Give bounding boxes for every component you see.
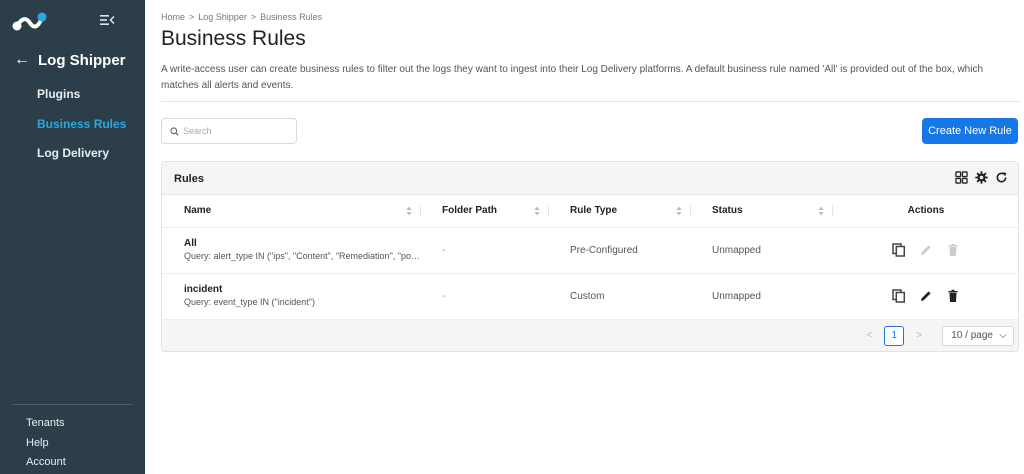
sidebar-item-account[interactable]: Account	[26, 455, 66, 474]
actions-cell	[832, 227, 1018, 274]
rule-type-cell: Custom	[548, 273, 690, 320]
sidebar-item-log-delivery[interactable]: Log Delivery	[37, 145, 126, 175]
back-to-log-shipper[interactable]: ← Log Shipper	[14, 51, 126, 69]
back-arrow-icon: ←	[14, 51, 30, 68]
rule-query: Query: event_type IN ("incident")	[184, 297, 315, 307]
search-icon	[170, 126, 179, 136]
page-number-button[interactable]: 1	[884, 325, 905, 346]
page-description: A write-access user can create business …	[161, 64, 984, 91]
rules-table-card: Rules Name Folder Path Rule Type Status …	[161, 161, 1019, 352]
table-row[interactable]: All Query: alert_type IN ("ips", "Conten…	[162, 227, 1018, 274]
rule-name[interactable]: incident	[184, 283, 420, 296]
status-cell: Unmapped	[690, 227, 832, 274]
logo-icon[interactable]	[12, 10, 48, 32]
sidebar-item-plugins[interactable]: Plugins	[37, 86, 126, 116]
sidebar-footer-nav: Tenants Help Account	[26, 416, 66, 474]
sidebar-divider	[12, 404, 133, 405]
sidebar-item-help[interactable]: Help	[26, 436, 66, 456]
copy-icon[interactable]	[892, 243, 906, 257]
create-new-rule-button[interactable]: Create New Rule	[922, 118, 1018, 144]
rules-table: Name Folder Path Rule Type Status Action…	[162, 195, 1018, 320]
search-input[interactable]	[183, 126, 293, 136]
sidebar: ← Log Shipper Plugins Business Rules Log…	[0, 0, 145, 474]
delete-icon	[948, 243, 958, 256]
status-cell: Unmapped	[690, 273, 832, 320]
breadcrumb-log-shipper[interactable]: Log Shipper	[198, 12, 247, 22]
rule-name[interactable]: All	[184, 237, 420, 250]
sort-icon[interactable]	[676, 206, 682, 216]
pagination: < 1 > 10 / page	[862, 325, 1014, 346]
column-header-name[interactable]: Name	[162, 195, 420, 228]
delete-icon[interactable]	[946, 289, 960, 303]
table-header-row: Name Folder Path Rule Type Status Action…	[162, 195, 1018, 228]
collapse-menu-icon[interactable]	[99, 12, 115, 28]
page-size-value: 10 / page	[951, 329, 993, 341]
main-content: Home > Log Shipper > Business Rules Busi…	[145, 0, 1024, 474]
prev-page-button[interactable]: <	[862, 330, 876, 341]
breadcrumb-current: Business Rules	[260, 12, 323, 22]
table-row[interactable]: incident Query: event_type IN ("incident…	[162, 273, 1018, 320]
rule-type-cell: Pre-Configured	[548, 227, 690, 274]
rules-table-header: Rules	[162, 162, 1018, 195]
folder-path-cell: -	[420, 227, 548, 274]
refresh-icon[interactable]	[995, 171, 1008, 184]
breadcrumb: Home > Log Shipper > Business Rules	[161, 12, 322, 22]
column-header-status[interactable]: Status	[690, 195, 832, 228]
page-title: Business Rules	[161, 27, 306, 50]
gear-icon[interactable]	[975, 171, 988, 184]
column-header-rule-type[interactable]: Rule Type	[548, 195, 690, 228]
search-box[interactable]	[161, 118, 297, 144]
sort-icon[interactable]	[406, 206, 412, 216]
column-header-folder-path[interactable]: Folder Path	[420, 195, 548, 228]
sidebar-nav: Plugins Business Rules Log Delivery	[37, 86, 126, 175]
sidebar-item-business-rules[interactable]: Business Rules	[37, 116, 126, 146]
rule-name-cell: All Query: alert_type IN ("ips", "Conten…	[162, 227, 420, 274]
divider	[161, 101, 1020, 102]
rule-query: Query: alert_type IN ("ips", "Content", …	[184, 251, 420, 261]
folder-path-cell: -	[420, 273, 548, 320]
copy-icon[interactable]	[892, 289, 906, 303]
breadcrumb-separator: >	[189, 12, 195, 22]
table-tools	[955, 171, 1008, 184]
next-page-button[interactable]: >	[912, 330, 926, 341]
chevron-down-icon	[999, 333, 1007, 338]
breadcrumb-separator: >	[250, 12, 257, 22]
column-header-actions: Actions	[832, 195, 1018, 228]
sidebar-item-tenants[interactable]: Tenants	[26, 416, 66, 436]
edit-icon	[921, 245, 931, 255]
rules-table-title: Rules	[174, 173, 204, 185]
sort-icon[interactable]	[818, 206, 824, 216]
rule-name-cell: incident Query: event_type IN ("incident…	[162, 273, 420, 320]
sort-icon[interactable]	[534, 206, 540, 216]
breadcrumb-home[interactable]: Home	[161, 12, 185, 22]
grid-icon[interactable]	[955, 171, 968, 184]
edit-icon[interactable]	[919, 289, 933, 303]
sidebar-section-title: Log Shipper	[38, 51, 126, 69]
table-footer: < 1 > 10 / page	[162, 319, 1018, 351]
page-size-select[interactable]: 10 / page	[942, 325, 1014, 346]
actions-cell	[832, 273, 1018, 320]
